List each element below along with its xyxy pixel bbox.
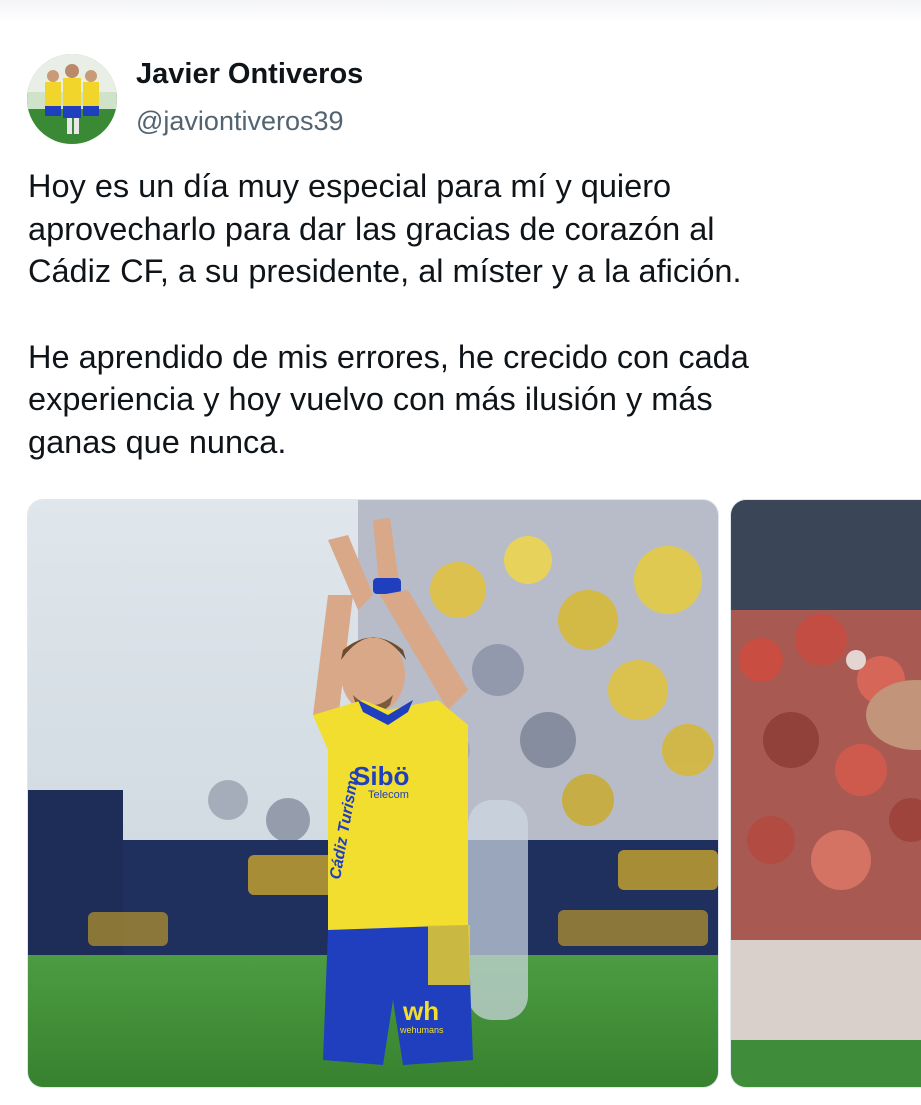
author-handle[interactable]: @javiontiveros39 — [136, 106, 344, 137]
author-avatar[interactable] — [27, 54, 117, 144]
player-applauding-photo-icon: Sibö Telecom Cádiz Turismo wh wehumans — [28, 500, 718, 1087]
avatar-photo-icon — [27, 54, 117, 144]
tweet-body: Hoy es un día muy especial para mí y qui… — [28, 165, 908, 463]
tweet-paragraph: Hoy es un día muy especial para mí y qui… — [28, 168, 742, 289]
svg-text:wh: wh — [402, 996, 439, 1026]
stadium-crowd-photo-icon — [731, 500, 921, 1087]
svg-text:wehumans: wehumans — [399, 1025, 444, 1035]
svg-text:Telecom: Telecom — [368, 789, 409, 801]
author-name[interactable]: Javier Ontiveros — [136, 58, 363, 91]
tweet-photo-1[interactable]: Sibö Telecom Cádiz Turismo wh wehumans — [27, 499, 719, 1088]
tweet-photo-2[interactable] — [730, 499, 921, 1088]
top-status-strip — [0, 0, 921, 22]
tweet-paragraph: He aprendido de mis errores, he crecido … — [28, 338, 749, 460]
